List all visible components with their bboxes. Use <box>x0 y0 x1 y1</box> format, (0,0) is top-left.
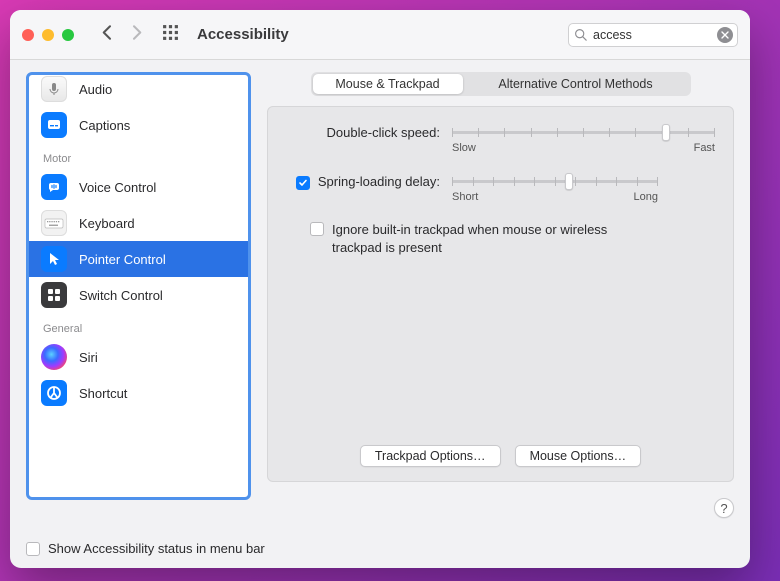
spring-loading-checkbox[interactable] <box>296 176 310 190</box>
search-field-wrap <box>568 23 738 47</box>
sidebar-item-label: Pointer Control <box>79 252 166 267</box>
mouse-options-button[interactable]: Mouse Options… <box>515 445 642 467</box>
double-click-label: Double-click speed: <box>286 125 452 140</box>
pointer-control-icon <box>41 246 67 272</box>
minimize-window-button[interactable] <box>42 29 54 41</box>
clear-search-button[interactable] <box>717 27 733 43</box>
audio-icon <box>41 76 67 102</box>
ignore-trackpad-checkbox[interactable] <box>310 222 324 236</box>
double-click-knob[interactable] <box>662 124 670 141</box>
sidebar-item-label: Siri <box>79 350 98 365</box>
double-click-max-label: Fast <box>694 142 715 154</box>
switch-control-icon <box>41 282 67 308</box>
sidebar-item-audio[interactable]: Audio <box>29 75 248 107</box>
sidebar-item-label: Audio <box>79 82 112 97</box>
sidebar-item-label: Shortcut <box>79 386 127 401</box>
spring-loading-row: Spring-loading delay: Short Long <box>286 174 715 203</box>
show-all-button[interactable] <box>162 24 179 46</box>
sidebar-section-motor: Motor <box>29 143 248 169</box>
sidebar-section-general: General <box>29 313 248 339</box>
sidebar-item-label: Captions <box>79 118 130 133</box>
search-input[interactable] <box>568 23 738 47</box>
spring-max-label: Long <box>634 191 658 203</box>
search-icon <box>574 28 587 46</box>
double-click-row: Double-click speed: Slow Fast <box>286 125 715 154</box>
sidebar: Audio Captions Motor Voice Control <box>26 72 251 500</box>
shortcut-icon <box>41 380 67 406</box>
voice-control-icon <box>41 174 67 200</box>
sidebar-item-label: Switch Control <box>79 288 163 303</box>
window-title: Accessibility <box>197 26 289 43</box>
sidebar-item-siri[interactable]: Siri <box>29 339 248 375</box>
window-controls <box>22 29 74 41</box>
tab-alternative-control[interactable]: Alternative Control Methods <box>463 74 689 94</box>
sidebar-item-pointer-control[interactable]: Pointer Control <box>29 241 248 277</box>
titlebar: Accessibility <box>10 10 750 60</box>
double-click-slider[interactable]: Slow Fast <box>452 125 715 154</box>
forward-button[interactable] <box>129 25 144 45</box>
captions-icon <box>41 112 67 138</box>
preferences-window: Accessibility Audio <box>10 10 750 568</box>
keyboard-icon <box>41 210 67 236</box>
sidebar-item-label: Voice Control <box>79 180 156 195</box>
trackpad-options-button[interactable]: Trackpad Options… <box>360 445 501 467</box>
ignore-trackpad-label: Ignore built-in trackpad when mouse or w… <box>332 221 652 256</box>
back-button[interactable] <box>100 25 115 45</box>
spring-loading-knob[interactable] <box>565 173 573 190</box>
main-panel: Mouse & Trackpad Alternative Control Met… <box>267 72 734 528</box>
sidebar-item-captions[interactable]: Captions <box>29 107 248 143</box>
sidebar-item-keyboard[interactable]: Keyboard <box>29 205 248 241</box>
double-click-min-label: Slow <box>452 142 476 154</box>
close-window-button[interactable] <box>22 29 34 41</box>
zoom-window-button[interactable] <box>62 29 74 41</box>
spring-loading-slider[interactable]: Short Long <box>452 174 658 203</box>
siri-icon <box>41 344 67 370</box>
nav-buttons <box>100 25 144 45</box>
help-button[interactable]: ? <box>714 498 734 518</box>
footer: Show Accessibility status in menu bar <box>10 528 750 568</box>
sidebar-item-shortcut[interactable]: Shortcut <box>29 375 248 411</box>
spring-min-label: Short <box>452 191 478 203</box>
tab-mouse-trackpad[interactable]: Mouse & Trackpad <box>313 74 463 94</box>
show-menu-bar-checkbox[interactable] <box>26 542 40 556</box>
sidebar-item-switch-control[interactable]: Switch Control <box>29 277 248 313</box>
tab-bar: Mouse & Trackpad Alternative Control Met… <box>311 72 691 96</box>
settings-pane: Double-click speed: Slow Fast <box>267 106 734 482</box>
sidebar-item-voice-control[interactable]: Voice Control <box>29 169 248 205</box>
spring-loading-label: Spring-loading delay: <box>310 174 452 189</box>
ignore-trackpad-row: Ignore built-in trackpad when mouse or w… <box>310 221 715 256</box>
sidebar-item-label: Keyboard <box>79 216 135 231</box>
pane-buttons: Trackpad Options… Mouse Options… <box>268 445 733 467</box>
show-menu-bar-label: Show Accessibility status in menu bar <box>48 541 265 556</box>
content-area: Audio Captions Motor Voice Control <box>10 60 750 528</box>
